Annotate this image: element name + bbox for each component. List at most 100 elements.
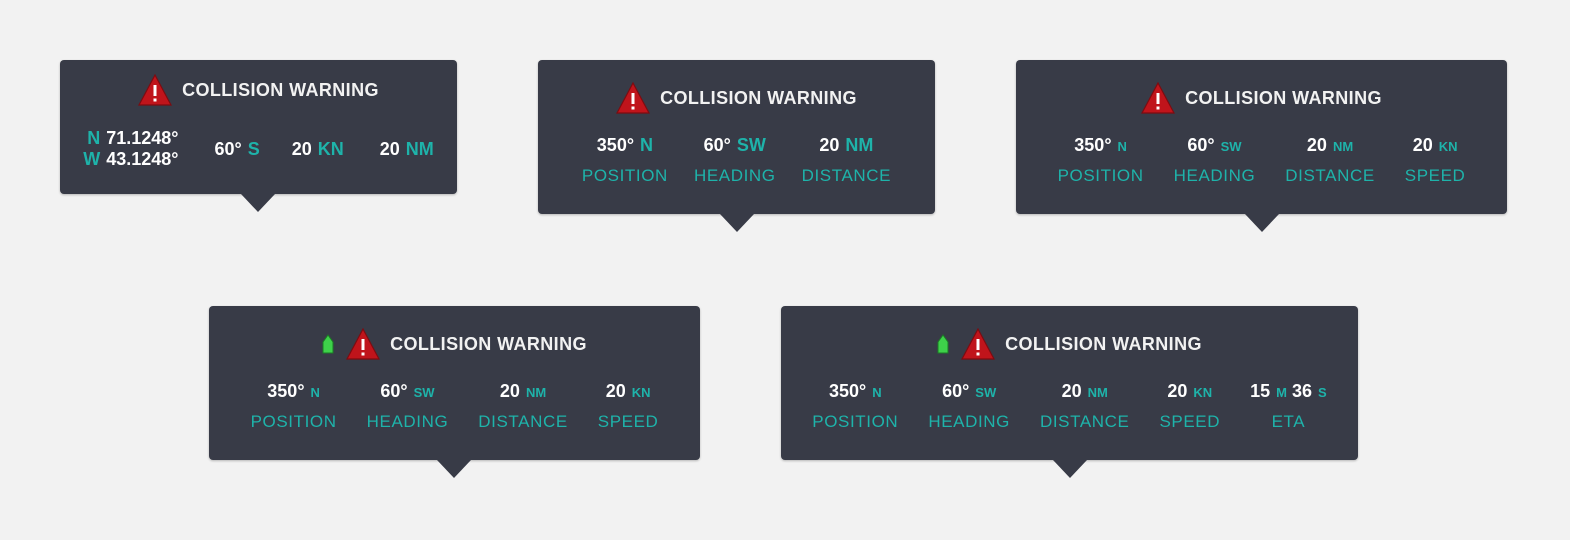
position-value: 350°	[267, 381, 305, 401]
collision-warning-card-labeled: COLLISION WARNING 350° N POSITION 60° SW H…	[538, 60, 935, 214]
heading-value: 60° S	[214, 139, 259, 160]
speed-value: 20	[1412, 135, 1433, 155]
eta-minutes-unit: M	[1276, 385, 1287, 400]
stat-distance: 20 NM DISTANCE	[802, 135, 892, 186]
distance-value: 20	[819, 135, 840, 155]
stat-distance: 20 NM DISTANCE	[1040, 381, 1130, 432]
position-unit: N	[872, 385, 882, 400]
warning-title: COLLISION WARNING	[1005, 333, 1202, 354]
distance-label: DISTANCE	[1039, 412, 1130, 431]
warning-triangle-icon	[616, 82, 651, 114]
eta-label: ETA	[1271, 412, 1306, 431]
position-label: POSITION	[1057, 166, 1144, 185]
latitude-value: 71.1248°	[106, 128, 179, 148]
heading-value: 60°	[703, 135, 731, 155]
distance-unit: NM	[405, 138, 434, 159]
distance-value: 20	[1061, 381, 1082, 401]
distance-number: 20	[379, 138, 400, 159]
stat-position: 350° N POSITION	[812, 381, 898, 432]
stat-position: 350° N POSITION	[251, 381, 337, 432]
stat-speed: 20 KN SPEED	[1159, 381, 1220, 432]
card-pointer	[1245, 214, 1279, 232]
stat-speed: 20 KN SPEED	[598, 381, 659, 432]
warning-triangle-icon	[961, 328, 996, 360]
warning-title: COLLISION WARNING	[182, 79, 379, 100]
heading-unit: S	[247, 138, 260, 159]
card-pointer	[241, 194, 275, 212]
stat-eta: 15 M 36 S ETA	[1250, 381, 1327, 432]
longitude-value: 43.1248°	[106, 149, 179, 169]
distance-unit: NM	[1332, 139, 1354, 154]
heading-unit: SW	[736, 135, 766, 155]
stats-row: 350° N POSITION 60° SW HEADING 20 NM DISTAN…	[209, 381, 700, 432]
speed-label: SPEED	[1159, 412, 1221, 431]
position-label: POSITION	[581, 166, 668, 185]
speed-label: SPEED	[597, 412, 659, 431]
position-value: 350°	[596, 135, 635, 155]
stat-position: 350° N POSITION	[1058, 135, 1144, 186]
stat-heading: 60° SW HEADING	[1174, 135, 1256, 186]
longitude-dir: W	[83, 149, 101, 169]
eta-seconds: 36	[1292, 381, 1313, 401]
vessel-icon	[937, 334, 949, 354]
collision-warning-card-with-eta: COLLISION WARNING 350° N POSITION 60° SW H…	[781, 306, 1358, 460]
stat-speed: 20 KN SPEED	[1405, 135, 1466, 186]
speed-number: 20	[291, 138, 312, 159]
stats-row: N 71.1248° W 43.1248° 60° S 20 KN 20 NM	[60, 128, 457, 170]
warning-title: COLLISION WARNING	[1185, 87, 1382, 108]
distance-value: 20	[499, 381, 520, 401]
collision-warning-card-speed: COLLISION WARNING 350° N POSITION 60° SW H…	[1016, 60, 1507, 214]
stat-heading: 60° SW HEADING	[928, 381, 1010, 432]
card-pointer	[1053, 460, 1087, 478]
position-label: POSITION	[812, 412, 899, 431]
distance-value: 20 NM	[380, 139, 434, 160]
speed-value: 20	[1167, 381, 1188, 401]
heading-unit: SW	[1220, 139, 1242, 154]
position-value: 350°	[828, 381, 867, 401]
eta-seconds-unit: S	[1318, 385, 1327, 400]
coordinates: N 71.1248° W 43.1248°	[83, 128, 178, 170]
card-header: COLLISION WARNING	[60, 74, 457, 106]
stat-distance: 20 NM DISTANCE	[478, 381, 568, 432]
heading-value: 60°	[1187, 135, 1215, 155]
stat-position: 350° N POSITION	[582, 135, 668, 186]
card-header: COLLISION WARNING	[1016, 82, 1507, 114]
warning-title: COLLISION WARNING	[660, 87, 857, 108]
distance-unit: NM	[1087, 385, 1108, 400]
position-unit: N	[640, 135, 654, 155]
speed-value: 20	[605, 381, 626, 401]
heading-label: HEADING	[366, 412, 449, 431]
speed-unit: KN	[317, 138, 344, 159]
warning-triangle-icon	[346, 328, 381, 360]
position-unit: N	[310, 385, 320, 400]
position-value: 350°	[1074, 135, 1112, 155]
warning-title: COLLISION WARNING	[390, 333, 587, 354]
latitude-dir: N	[87, 128, 101, 148]
stat-heading: 60° SW HEADING	[694, 135, 776, 186]
latitude: N 71.1248°	[87, 128, 178, 149]
distance-label: DISTANCE	[478, 412, 568, 431]
speed-unit: KN	[631, 385, 651, 400]
distance-unit: NM	[525, 385, 547, 400]
card-pointer	[720, 214, 754, 232]
speed-unit: KN	[1193, 385, 1213, 400]
heading-unit: SW	[975, 385, 997, 400]
collision-warning-card-compact: COLLISION WARNING N 71.1248° W 43.1248° 60…	[60, 60, 457, 194]
stat-distance: 20 NM DISTANCE	[1285, 135, 1375, 186]
collision-warning-card-with-vessel: COLLISION WARNING 350° N POSITION 60° SW H…	[209, 306, 700, 460]
card-pointer	[437, 460, 471, 478]
speed-unit: KN	[1438, 139, 1458, 154]
heading-value: 60°	[942, 381, 970, 401]
position-label: POSITION	[250, 412, 337, 431]
heading-unit: SW	[413, 385, 435, 400]
heading-number: 60°	[214, 138, 242, 159]
position-unit: N	[1117, 139, 1127, 154]
speed-label: SPEED	[1404, 166, 1466, 185]
speed-value: 20 KN	[292, 139, 344, 160]
stats-row: 350° N POSITION 60° SW HEADING 20 NM DISTAN…	[781, 381, 1358, 432]
card-header: COLLISION WARNING	[538, 82, 935, 114]
heading-label: HEADING	[693, 166, 776, 185]
stats-row: 350° N POSITION 60° SW HEADING 20 NM DISTAN…	[1016, 135, 1507, 186]
distance-value: 20	[1306, 135, 1327, 155]
card-header: COLLISION WARNING	[781, 328, 1358, 360]
